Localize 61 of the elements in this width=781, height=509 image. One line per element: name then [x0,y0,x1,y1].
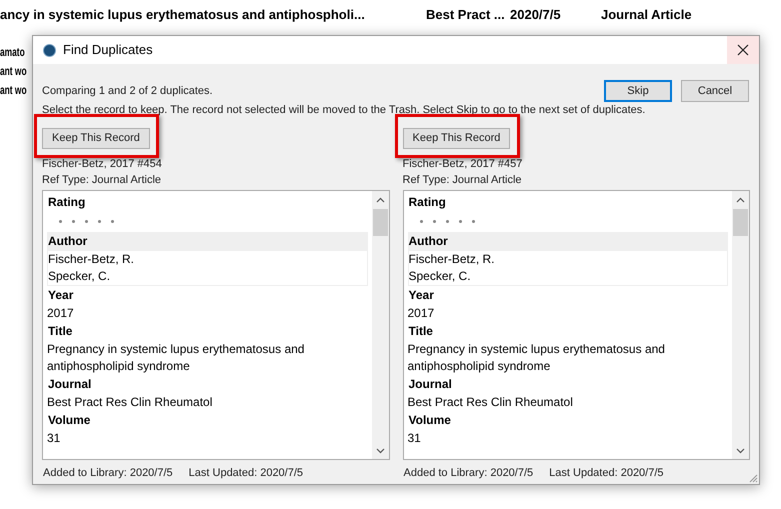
resize-grip-icon[interactable] [748,473,758,483]
field-value: Fischer-Betz, R. [408,250,496,268]
updated-date-text: Last Updated: 2020/7/5 [188,466,304,480]
date-cell-text: 2020/7/5 [510,6,561,24]
field-label: Title [47,322,74,340]
field-value: Pregnancy in systemic lupus erythematosus and [408,340,666,358]
app-logo-icon [43,44,56,56]
status-text: Comparing 1 and 2 of 2 duplicates. [42,84,213,99]
ref-type-label: Ref Type: Journal Article [402,172,523,188]
close-button[interactable] [727,36,759,64]
field-label: Author [47,232,368,250]
cancel-button[interactable]: Cancel [681,80,749,102]
scrollbar[interactable] [732,190,749,458]
field-value: 31 [47,430,62,446]
scroll-up-icon[interactable] [376,196,384,202]
field-value: antiphospholipid syndrome [408,358,552,374]
type-cell-text: Journal Article [601,6,692,24]
reference-title: ant wo [0,82,27,99]
added-date-text: Added to Library: 2020/7/5 [43,466,173,480]
updated-date-text: Last Updated: 2020/7/5 [549,466,664,480]
close-icon [737,44,749,56]
field-value: 2017 [408,304,436,322]
field-label: Title [408,322,434,340]
field-value: 2017 [47,304,75,322]
field-label: Author [408,232,728,250]
added-date-text: Added to Library: 2020/7/5 [404,466,534,480]
rating-dots-icon[interactable] [420,220,474,223]
skip-button[interactable]: Skip [604,80,672,102]
field-value: Best Pract Res Clin Rheumatol [408,394,574,410]
scroll-down-icon[interactable] [376,448,384,454]
field-label: Journal [47,376,92,392]
scrollbar[interactable] [372,190,388,458]
field-label: Rating [408,194,447,210]
field-label: Year [408,286,435,304]
field-label: Volume [408,412,452,428]
field-label: Rating [47,194,86,210]
scrollbar-thumb[interactable] [372,208,388,236]
scroll-up-icon[interactable] [736,196,745,202]
field-label: Volume [47,412,92,428]
field-value: Best Pract Res Clin Rheumatol [47,394,214,410]
scroll-down-icon[interactable] [736,448,745,454]
reference-title: ancy in systemic lupus erythematosus and antiphospholi... [0,6,365,24]
field-value: antiphospholipid syndrome [47,358,191,374]
reference-title: amato [0,44,25,61]
field-value: 31 [408,430,422,446]
record-label: Fischer-Betz, 2017 #454 [42,156,163,172]
record-label: Fischer-Betz, 2017 #457 [402,156,524,172]
ref-type-label: Ref Type: Journal Article [42,172,162,188]
journal-cell-text: Best Pract ... [426,6,505,24]
scrollbar-thumb[interactable] [733,208,748,236]
window-title: Find Duplicates [63,41,153,60]
rating-dots-icon[interactable] [59,220,114,223]
reference-title: ant wo [0,63,27,80]
keep-record-button[interactable]: Keep This Record [402,128,510,148]
field-label: Year [47,286,74,304]
field-value: Fischer-Betz, R. [48,250,136,268]
keep-record-button[interactable]: Keep This Record [42,128,150,148]
field-value: Pregnancy in systemic lupus erythematosus and [47,340,306,358]
field-value: Specker, C. [408,268,472,284]
field-value: Specker, C. [48,268,112,284]
field-label: Journal [408,376,453,392]
